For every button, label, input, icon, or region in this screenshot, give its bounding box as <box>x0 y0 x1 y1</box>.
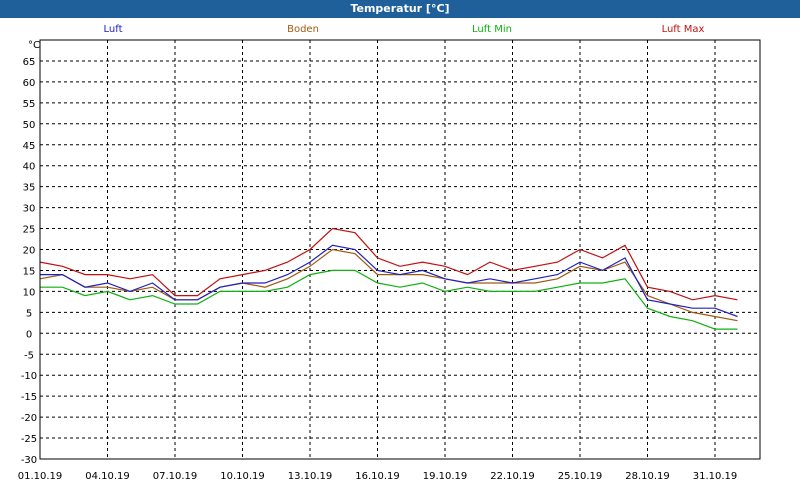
x-tick-label: 16.10.19 <box>355 471 400 482</box>
x-tick-label: 07.10.19 <box>153 471 198 482</box>
y-tick-label: 0 <box>26 329 32 340</box>
y-tick-label: 10 <box>23 287 36 298</box>
y-tick-label: 35 <box>23 183 36 194</box>
x-tick-label: 01.10.19 <box>18 471 63 482</box>
x-tick-label: 25.10.19 <box>558 471 603 482</box>
series-line-luft-min <box>40 269 738 330</box>
x-tick-labels: 01.10.19 04.10.19 07.10.19 10.10.19 13.10.19… <box>18 471 738 482</box>
x-tick-label: 13.10.19 <box>288 471 333 482</box>
x-tick-label: 19.10.19 <box>423 471 468 482</box>
y-axis-label: °C <box>28 40 40 51</box>
grid <box>40 40 760 459</box>
y-tick-label: 60 <box>23 78 36 89</box>
series-line-luft <box>40 244 738 318</box>
y-tick-label: 40 <box>23 162 36 173</box>
series-lines <box>39 227 738 330</box>
y-tick-label: 15 <box>23 266 36 277</box>
y-tick-label: 5 <box>26 308 32 319</box>
x-tick-label: 28.10.19 <box>625 471 670 482</box>
y-tick-label: -5 <box>24 350 34 361</box>
y-tick-label: -15 <box>21 392 37 403</box>
x-tick-label: 10.10.19 <box>220 471 265 482</box>
y-tick-label: 50 <box>23 120 36 131</box>
y-tick-label: 20 <box>23 246 36 257</box>
temperature-chart: °C 65605550454035302520151050-5-10-15-20… <box>18 39 761 482</box>
x-tick-label: 22.10.19 <box>490 471 535 482</box>
x-tick-label: 31.10.19 <box>693 471 738 482</box>
y-tick-label: 30 <box>23 204 36 215</box>
y-tick-label: 45 <box>23 141 36 152</box>
y-tick-label: -20 <box>21 413 37 424</box>
y-tick-label: 25 <box>23 225 36 236</box>
x-tick-label: 04.10.19 <box>85 471 130 482</box>
y-tick-label: -25 <box>21 434 37 445</box>
y-tick-label: -10 <box>21 371 37 382</box>
y-tick-label: -30 <box>21 455 37 466</box>
y-tick-label: 55 <box>23 99 36 110</box>
y-tick-labels: 65605550454035302520151050-5-10-15-20-25… <box>21 57 37 466</box>
y-tick-label: 65 <box>23 57 36 68</box>
